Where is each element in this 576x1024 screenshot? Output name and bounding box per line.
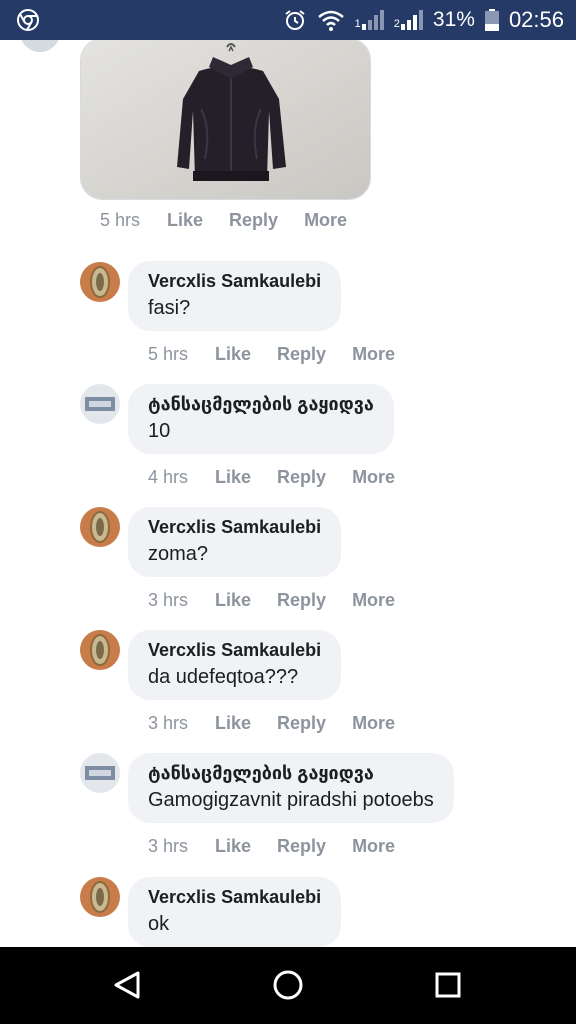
post-time: 5 hrs [100,210,141,230]
sim2-signal-icon: 2 [394,10,423,30]
reply-button[interactable]: Reply [277,590,326,611]
more-button[interactable]: More [352,590,395,611]
avatar[interactable] [80,877,120,917]
sim1-label: 1 [354,18,361,30]
like-button[interactable]: Like [167,210,203,231]
avatar[interactable] [80,507,120,547]
wifi-icon [317,10,344,31]
more-button[interactable]: More [352,344,395,365]
comment-time: 3 hrs [148,590,189,610]
comments-thread: 5 hrs Like Reply More Vercxlis Samkauleb… [0,40,576,947]
comment-time: 3 hrs [148,713,189,733]
comment-text: 10 [148,420,171,442]
comment-bubble[interactable]: ტანსაცმელების გაყიდვა 10 [128,384,394,454]
comment-time: 3 hrs [148,836,189,856]
reply-button[interactable]: Reply [277,713,326,734]
comment-bubble[interactable]: Vercxlis Samkaulebi ok [128,877,342,947]
reply-button[interactable]: Reply [277,836,326,857]
avatar[interactable] [80,753,120,793]
like-button[interactable]: Like [215,836,251,857]
battery-icon [484,9,499,31]
avatar[interactable] [20,40,60,52]
more-button[interactable]: More [352,467,395,488]
comment-author[interactable]: Vercxlis Samkaulebi [148,886,321,908]
comment-bubble[interactable]: Vercxlis Samkaulebi da udefeqtoa??? [128,630,342,700]
navigation-bar [0,947,576,1024]
reply-button[interactable]: Reply [229,210,278,231]
comment-actions: 3 hrs Like Reply More [148,590,421,611]
like-button[interactable]: Like [215,467,251,488]
reply-button[interactable]: Reply [277,344,326,365]
alarm-icon [285,10,305,30]
comment-bubble[interactable]: Vercxlis Samkaulebi fasi? [128,261,342,331]
avatar[interactable] [80,630,120,670]
home-icon[interactable] [268,965,308,1005]
more-button[interactable]: More [304,210,347,231]
comment-author[interactable]: Vercxlis Samkaulebi [148,270,321,292]
sim1-signal-icon: 1 [355,10,384,30]
chrome-icon [17,9,39,31]
comment-bubble[interactable]: Vercxlis Samkaulebi zoma? [128,507,342,577]
jacket-photo[interactable] [80,40,371,200]
comment-text: ok [148,913,170,935]
like-button[interactable]: Like [215,590,251,611]
comment-author[interactable]: ტანსაცმელების გაყიდვა [148,762,434,784]
recents-icon[interactable] [428,965,468,1005]
comment-bubble[interactable]: ტანსაცმელების გაყიდვა Gamogigzavnit pira… [128,753,454,823]
battery-percent: 31% [432,8,475,31]
avatar[interactable] [80,384,120,424]
comment-text: Gamogigzavnit piradshi potoebs [148,789,434,811]
comment-text: zoma? [148,543,209,565]
comment-actions: 4 hrs Like Reply More [148,467,421,488]
like-button[interactable]: Like [215,713,251,734]
comment-text: da udefeqtoa??? [148,666,299,688]
status-bar: 1 2 31% 02:56 [0,0,576,40]
avatar[interactable] [80,262,120,302]
comment-author[interactable]: Vercxlis Samkaulebi [148,639,321,661]
comment-time: 5 hrs [148,344,189,364]
like-button[interactable]: Like [215,344,251,365]
reply-button[interactable]: Reply [277,467,326,488]
comment-actions: 5 hrs Like Reply More [148,344,421,365]
back-icon[interactable] [108,965,148,1005]
comment-actions: 3 hrs Like Reply More [148,836,421,857]
comment-actions: 3 hrs Like Reply More [148,713,421,734]
comment-text: fasi? [148,297,191,319]
comment-author[interactable]: ტანსაცმელების გაყიდვა [148,393,374,415]
sim2-label: 2 [393,18,400,30]
comment-author[interactable]: Vercxlis Samkaulebi [148,516,321,538]
clock: 02:56 [508,7,564,32]
more-button[interactable]: More [352,713,395,734]
post-actions: 5 hrs Like Reply More [100,210,373,231]
comment-time: 4 hrs [148,467,189,487]
more-button[interactable]: More [352,836,395,857]
